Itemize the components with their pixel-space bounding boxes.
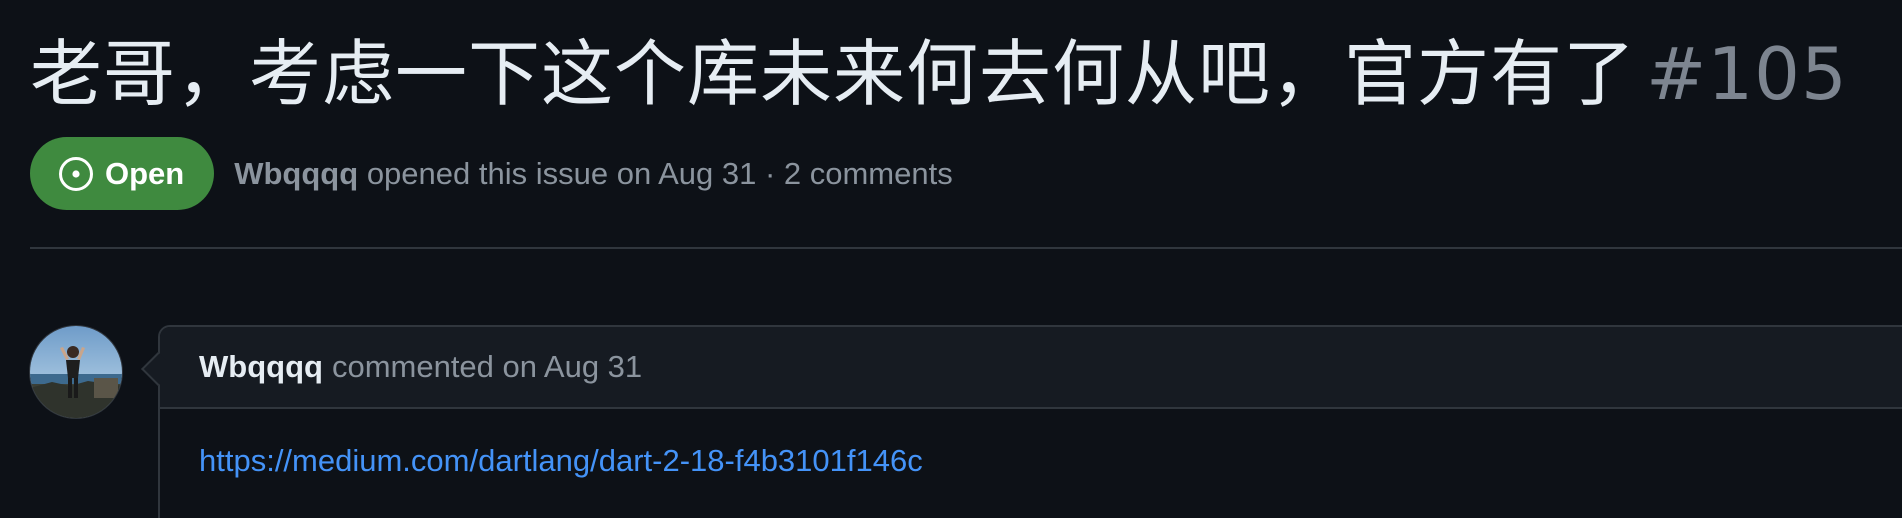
issue-meta-suffix: opened this issue on Aug 31 · 2 comments (366, 155, 953, 191)
issue-meta-text: Wbqqqq opened this issue on Aug 31 · 2 c… (234, 156, 953, 192)
comment-link[interactable]: https://medium.com/dartlang/dart-2-18-f4… (199, 443, 923, 478)
comment-author-link[interactable]: Wbqqqq (199, 349, 323, 385)
comment-body: https://medium.com/dartlang/dart-2-18-f4… (160, 409, 1902, 479)
issue-state-label: Open (105, 155, 185, 191)
comment-header: Wbqqqq commented on Aug 31 (160, 327, 1902, 409)
issue-state-badge: Open (30, 137, 215, 210)
issue-opened-icon (59, 156, 93, 191)
issue-title-row: 老哥，考虑一下这个库未来何去何从吧，官方有了 #105 (30, 22, 1848, 126)
comment-author-avatar[interactable] (29, 325, 123, 419)
issue-title: 老哥，考虑一下这个库未来何去何从吧，官方有了 (30, 32, 1637, 116)
issue-page: 老哥，考虑一下这个库未来何去何从吧，官方有了 #105 Open Wbqqqq o… (0, 0, 1902, 518)
issue-meta: Open Wbqqqq opened this issue on Aug 31 … (30, 137, 953, 210)
comment-container: Wbqqqq commented on Aug 31 https://mediu… (141, 325, 1902, 518)
comment-header-suffix: commented on Aug 31 (331, 349, 643, 384)
issue-number: #105 (1646, 32, 1848, 116)
user-avatar-icon (30, 326, 122, 418)
issue-author-link[interactable]: Wbqqqq (234, 156, 358, 191)
header-divider (30, 247, 1902, 249)
